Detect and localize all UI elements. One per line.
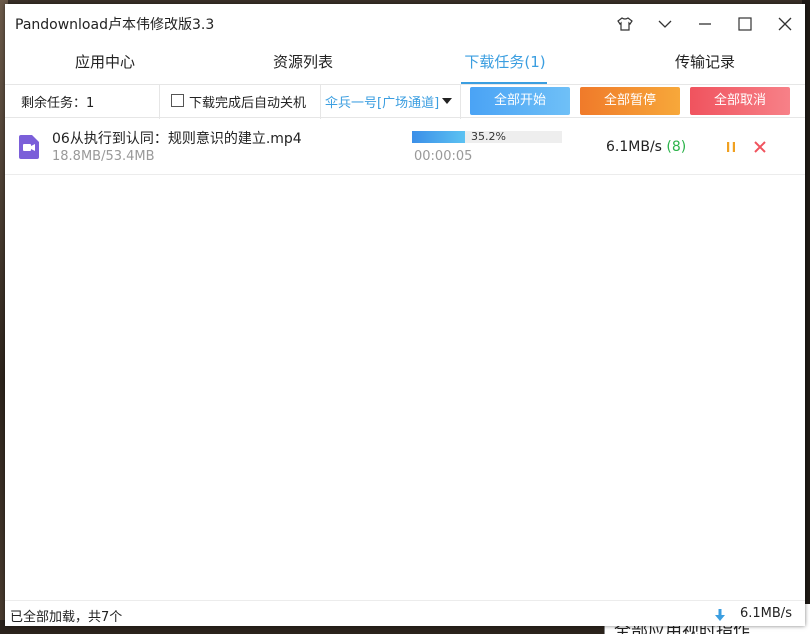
toolbar-divider <box>460 85 461 119</box>
status-bar: 已全部加载，共7个 6.1MB/s <box>5 600 805 626</box>
chevron-down-icon <box>658 20 672 28</box>
total-speed: 6.1MB/s <box>740 606 792 621</box>
status-text: 已全部加载，共7个 <box>10 610 123 625</box>
task-toolbar: 剩余任务：1 下载完成后自动关机 伞兵一号[广场通道] 全部开始 全部暂停 全部… <box>5 84 805 119</box>
tab-download-tasks[interactable]: 下载任务(1) <box>405 48 605 84</box>
channel-select[interactable]: 伞兵一号[广场通道] <box>325 92 439 111</box>
shirt-icon <box>617 17 633 31</box>
download-speed: 6.1MB/s (8) <box>606 139 686 155</box>
connection-count: (8) <box>666 139 687 155</box>
file-size: 18.8MB/53.4MB <box>52 149 155 164</box>
toolbar-divider <box>320 85 321 119</box>
maximize-button[interactable] <box>725 10 765 38</box>
table-row[interactable]: 06从执行到认同：规则意识的建立.mp4 18.8MB/53.4MB 35.2%… <box>5 119 805 175</box>
title-bar[interactable]: Pandownload卢本伟修改版3.3 <box>5 4 805 42</box>
auto-shutdown-label[interactable]: 下载完成后自动关机 <box>189 92 306 111</box>
close-button[interactable] <box>765 10 805 38</box>
tab-transfer-records[interactable]: 传输记录 <box>605 48 805 84</box>
start-all-button[interactable]: 全部开始 <box>470 87 570 115</box>
app-window: Pandownload卢本伟修改版3.3 应用中心 资源列表 下载任务(1) 传… <box>5 4 805 626</box>
progress-percent: 35.2% <box>471 130 506 143</box>
download-arrow-icon <box>715 609 725 621</box>
tab-app-center[interactable]: 应用中心 <box>5 48 205 84</box>
elapsed-time: 00:00:05 <box>414 149 473 164</box>
file-name: 06从执行到认同：规则意识的建立.mp4 <box>52 131 302 147</box>
cancel-all-button[interactable]: 全部取消 <box>690 87 790 115</box>
maximize-icon <box>738 17 752 31</box>
app-title: Pandownload卢本伟修改版3.3 <box>15 17 215 33</box>
toolbar-divider <box>159 85 160 119</box>
video-file-icon <box>19 135 39 159</box>
skin-button[interactable] <box>605 10 645 38</box>
minimize-icon <box>699 23 711 25</box>
remaining-tasks: 剩余任务：1 <box>21 96 95 111</box>
caret-down-icon[interactable] <box>442 98 452 104</box>
main-tabs: 应用中心 资源列表 下载任务(1) 传输记录 <box>5 48 805 85</box>
pause-all-button[interactable]: 全部暂停 <box>580 87 680 115</box>
auto-shutdown-checkbox[interactable] <box>171 94 184 107</box>
delete-icon[interactable] <box>752 139 768 155</box>
close-icon <box>778 17 792 31</box>
speed-value: 6.1MB/s <box>606 139 662 155</box>
pause-icon[interactable] <box>723 139 739 155</box>
menu-button[interactable] <box>645 10 685 38</box>
tab-resource-list[interactable]: 资源列表 <box>203 48 403 84</box>
progress-fill <box>412 131 465 143</box>
minimize-button[interactable] <box>685 10 725 38</box>
